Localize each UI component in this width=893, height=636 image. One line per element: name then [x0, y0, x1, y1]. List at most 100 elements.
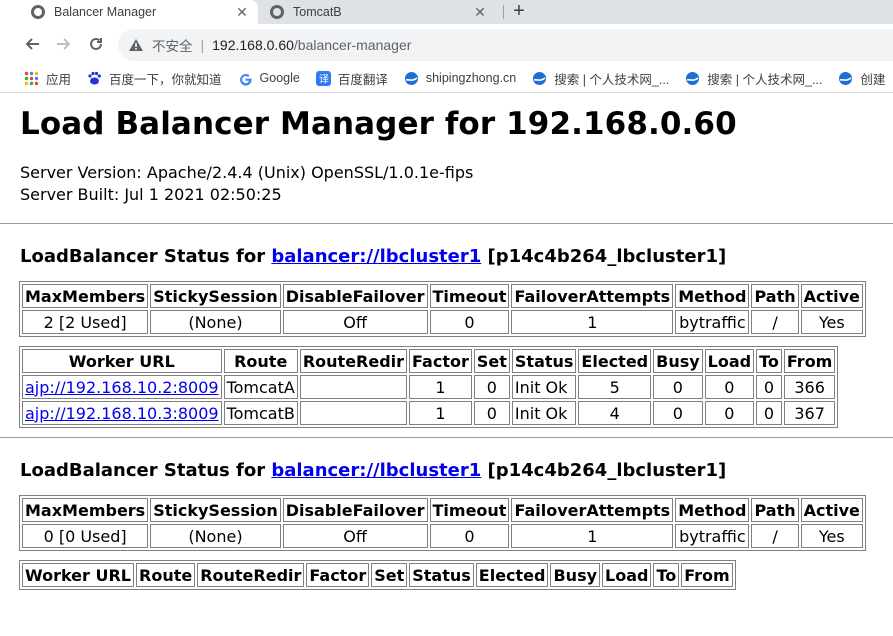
- table-cell: 4: [578, 401, 652, 425]
- column-header: Method: [675, 498, 750, 522]
- tab-divider: [503, 5, 504, 19]
- divider: [0, 223, 893, 224]
- table-cell: bytraffic: [675, 524, 750, 548]
- table-header-row: Worker URL Route RouteRedir Factor Set S…: [22, 349, 836, 373]
- table-cell: 1: [409, 375, 472, 399]
- column-header: Status: [511, 349, 577, 373]
- bookmark-label: 应用: [46, 72, 72, 87]
- apps-grid-icon: [24, 71, 39, 86]
- column-header: Elected: [475, 563, 549, 587]
- table-cell: TomcatB: [223, 401, 298, 425]
- tab-tomcatb[interactable]: TomcatB ✕: [264, 0, 496, 24]
- table-cell: 0: [756, 401, 782, 425]
- table-cell: 366: [783, 375, 836, 399]
- column-header: From: [783, 349, 836, 373]
- bookmark-label: 百度一下，你就知道: [109, 72, 222, 87]
- table-cell: 0 [0 Used]: [22, 524, 149, 548]
- column-header: Factor: [306, 563, 370, 587]
- table-cell: Init Ok: [511, 375, 577, 399]
- column-header: FailoverAttempts: [511, 284, 674, 308]
- table-cell: 0: [429, 310, 510, 334]
- table-header-row: MaxMembers StickySession DisableFailover…: [22, 498, 863, 522]
- table-row: ajp://192.168.10.3:8009 TomcatB 1 0 Init…: [22, 401, 836, 425]
- page-content: Load Balancer Manager for 192.168.0.60 S…: [0, 96, 893, 590]
- new-tab-button[interactable]: +: [509, 0, 529, 24]
- close-icon[interactable]: ✕: [232, 4, 252, 21]
- page-title: Load Balancer Manager for 192.168.0.60: [20, 106, 737, 142]
- column-header: DisableFailover: [282, 284, 428, 308]
- table-cell: 0: [756, 375, 782, 399]
- table-cell: bytraffic: [675, 310, 750, 334]
- close-icon[interactable]: ✕: [470, 4, 490, 21]
- tab-title: TomcatB: [293, 5, 342, 19]
- balancer-heading: LoadBalancer Status for balancer://lbclu…: [20, 460, 893, 481]
- globe-icon: [270, 5, 284, 19]
- globe-icon: [532, 71, 547, 86]
- tab-balancer-manager[interactable]: Balancer Manager ✕: [0, 0, 258, 24]
- bookmark-search-2[interactable]: 搜索 | 个人技术网_...: [685, 69, 822, 88]
- tab-title: Balancer Manager: [54, 5, 157, 19]
- divider: [0, 437, 893, 438]
- column-header: Set: [371, 563, 408, 587]
- table-cell: [299, 375, 408, 399]
- table-header-row: MaxMembers StickySession DisableFailover…: [22, 284, 863, 308]
- tab-strip: Balancer Manager ✕ TomcatB ✕ +: [0, 0, 893, 24]
- column-header: RouteRedir: [197, 563, 305, 587]
- worker-url-link[interactable]: ajp://192.168.10.3:8009: [25, 404, 219, 423]
- table-cell: Off: [282, 524, 428, 548]
- url-path: /balancer-manager: [293, 37, 412, 53]
- table-cell: 1: [511, 310, 674, 334]
- balancer-link[interactable]: balancer://lbcluster1: [271, 460, 481, 481]
- bookmark-apps[interactable]: 应用: [24, 69, 71, 88]
- bookmark-label: 创建: [860, 72, 886, 87]
- column-header: Set: [473, 349, 510, 373]
- table-cell: 0: [473, 375, 510, 399]
- globe-icon: [404, 71, 419, 86]
- bookmark-search-1[interactable]: 搜索 | 个人技术网_...: [532, 69, 669, 88]
- forward-arrow-icon[interactable]: [52, 32, 76, 56]
- worker-table: Worker URL Route RouteRedir Factor Set S…: [19, 346, 839, 428]
- table-cell: 0: [704, 375, 755, 399]
- bookmark-create[interactable]: 创建: [838, 69, 885, 88]
- table-row: 0 [0 Used] (None) Off 0 1 bytraffic / Ye…: [22, 524, 863, 548]
- bookmark-label: Google: [259, 71, 300, 85]
- column-header: From: [681, 563, 733, 587]
- browser-toolbar: 不安全 | 192.168.0.60/balancer-manager: [0, 24, 893, 64]
- table-header-row: Worker URL Route RouteRedir Factor Set S…: [22, 563, 733, 587]
- translate-icon: 译: [315, 70, 331, 86]
- column-header: Load: [602, 563, 652, 587]
- table-cell: Yes: [800, 310, 863, 334]
- table-cell: 0: [653, 375, 703, 399]
- column-header: To: [756, 349, 782, 373]
- table-cell: 1: [511, 524, 674, 548]
- table-cell: [299, 401, 408, 425]
- bookmark-baidu-translate[interactable]: 译 百度翻译: [315, 69, 388, 88]
- table-row: 2 [2 Used] (None) Off 0 1 bytraffic / Ye…: [22, 310, 863, 334]
- bookmark-label: 百度翻译: [337, 72, 388, 87]
- table-cell: 2 [2 Used]: [22, 310, 149, 334]
- address-bar[interactable]: 不安全 | 192.168.0.60/balancer-manager: [118, 29, 893, 61]
- server-info: Server Version: Apache/2.4.4 (Unix) Open…: [20, 162, 893, 206]
- table-row: ajp://192.168.10.2:8009 TomcatA 1 0 Init…: [22, 375, 836, 399]
- column-header: To: [653, 563, 680, 587]
- worker-url-cell: ajp://192.168.10.3:8009: [22, 401, 222, 425]
- security-label[interactable]: 不安全: [152, 35, 193, 55]
- table-cell: 0: [473, 401, 510, 425]
- heading-suffix: [p14c4b264_lbcluster1]: [481, 246, 727, 267]
- server-built: Server Built: Jul 1 2021 02:50:25: [20, 185, 282, 204]
- worker-url-link[interactable]: ajp://192.168.10.2:8009: [25, 378, 219, 397]
- column-header: Busy: [550, 563, 601, 587]
- server-version: Server Version: Apache/2.4.4 (Unix) Open…: [20, 163, 474, 182]
- column-header: Busy: [653, 349, 703, 373]
- bookmark-shipingzhong[interactable]: shipingzhong.cn: [404, 71, 516, 86]
- reload-icon[interactable]: [84, 32, 108, 56]
- bookmark-baidu[interactable]: 百度一下，你就知道: [87, 69, 222, 88]
- column-header: Route: [223, 349, 298, 373]
- bookmark-google[interactable]: Google: [238, 71, 300, 86]
- back-arrow-icon[interactable]: [20, 32, 44, 56]
- balancer-heading: LoadBalancer Status for balancer://lbclu…: [20, 246, 893, 267]
- warning-icon[interactable]: [127, 37, 145, 53]
- balancer-link[interactable]: balancer://lbcluster1: [271, 246, 481, 267]
- column-header: StickySession: [150, 498, 281, 522]
- column-header: Active: [800, 284, 863, 308]
